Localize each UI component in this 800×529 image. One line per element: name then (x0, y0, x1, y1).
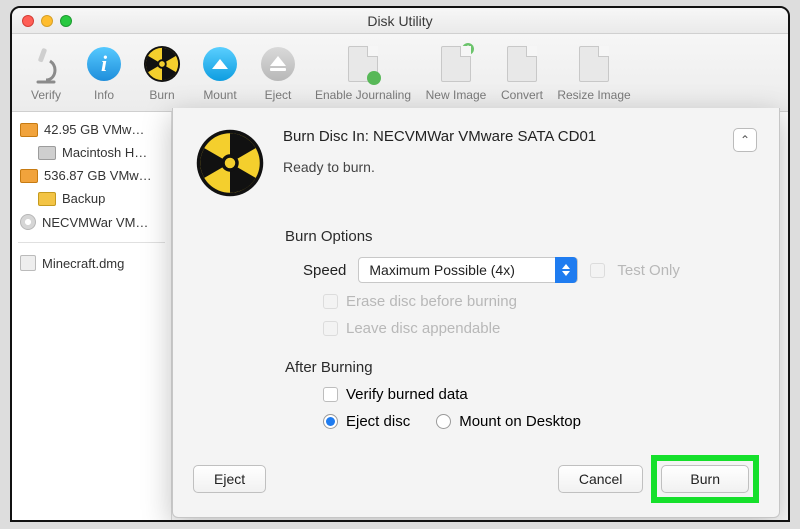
speed-value: Maximum Possible (4x) (369, 262, 514, 278)
toolbar-enable-journaling-label: Enable Journaling (315, 88, 411, 102)
burn-headline-prefix: Burn Disc In: (283, 128, 373, 145)
eject-disc-label: Eject disc (346, 413, 410, 430)
sidebar-separator (18, 242, 165, 243)
toolbar-new-image-label: New Image (426, 88, 487, 102)
titlebar: Disk Utility (12, 8, 788, 34)
toolbar-resize-image-label: Resize Image (557, 88, 630, 102)
burn-sheet: Burn Disc In: NECVMWar VMware SATA CD01 … (172, 108, 780, 518)
toolbar-convert[interactable]: Convert (494, 38, 550, 108)
window-title: Disk Utility (12, 13, 788, 29)
toolbar: Verify i Info Burn Mount (12, 34, 788, 112)
microscope-icon (31, 44, 61, 84)
erase-disc-label: Erase disc before burning (346, 293, 517, 310)
new-image-icon: + (436, 44, 476, 84)
hdd-icon (20, 169, 38, 183)
toolbar-info-label: Info (94, 88, 114, 102)
leave-appendable-label: Leave disc appendable (346, 320, 500, 337)
mount-desktop-label: Mount on Desktop (459, 413, 581, 430)
leave-appendable-checkbox (323, 321, 338, 336)
mount-desktop-radio[interactable] (436, 414, 451, 429)
toolbar-new-image[interactable]: + New Image (420, 38, 492, 108)
toolbar-burn-label: Burn (149, 88, 174, 102)
collapse-toggle[interactable]: ⌃ (733, 128, 757, 152)
sidebar-image-0[interactable]: Minecraft.dmg (12, 251, 171, 275)
burn-button[interactable]: Burn (661, 465, 749, 493)
eject-icon (261, 47, 295, 81)
burn-icon (195, 128, 265, 198)
sidebar-item-label: 536.87 GB VMw… (44, 168, 152, 183)
burn-status: Ready to burn. (283, 159, 715, 175)
sidebar: 42.95 GB VMw… Macintosh H… 536.87 GB VMw… (12, 112, 172, 520)
hdd-icon (20, 123, 38, 137)
eject-disc-radio[interactable] (323, 414, 338, 429)
chevron-up-icon: ⌃ (740, 133, 750, 147)
select-arrows-icon (555, 257, 577, 283)
eject-button[interactable]: Eject (193, 465, 266, 493)
toolbar-verify[interactable]: Verify (18, 38, 74, 108)
convert-icon (502, 44, 542, 84)
sidebar-volume-1[interactable]: Backup (12, 187, 171, 210)
optical-disc-icon (20, 214, 36, 230)
burn-options-title: Burn Options (285, 228, 757, 245)
info-icon: i (87, 47, 121, 81)
resize-image-icon (574, 44, 614, 84)
test-only-label: Test Only (617, 262, 680, 279)
sidebar-item-label: NECVMWar VM… (42, 215, 148, 230)
content-area: Burn Disc In: NECVMWar VMware SATA CD01 … (172, 112, 788, 520)
toolbar-burn[interactable]: Burn (134, 38, 190, 108)
cancel-button[interactable]: Cancel (558, 465, 644, 493)
hdd-icon (38, 146, 56, 160)
toolbar-eject-label: Eject (265, 88, 292, 102)
toolbar-info[interactable]: i Info (76, 38, 132, 108)
erase-disc-checkbox (323, 294, 338, 309)
sidebar-item-label: Backup (62, 191, 105, 206)
burn-drive-name: NECVMWar VMware SATA CD01 (373, 128, 596, 145)
tutorial-highlight: Burn (651, 455, 759, 503)
toolbar-mount[interactable]: Mount (192, 38, 248, 108)
sidebar-disk-0[interactable]: 42.95 GB VMw… (12, 118, 171, 141)
toolbar-eject[interactable]: Eject (250, 38, 306, 108)
toolbar-enable-journaling[interactable]: Enable Journaling (308, 38, 418, 108)
disk-utility-window: Disk Utility Verify i Info (10, 6, 790, 522)
hdd-icon (38, 192, 56, 206)
sheet-footer: Eject Cancel Burn (173, 441, 779, 517)
toolbar-mount-label: Mount (203, 88, 236, 102)
sidebar-item-label: Minecraft.dmg (42, 256, 124, 271)
speed-label: Speed (303, 262, 346, 279)
sidebar-disk-1[interactable]: 536.87 GB VMw… (12, 164, 171, 187)
sidebar-optical-0[interactable]: NECVMWar VM… (12, 210, 171, 234)
verify-burned-checkbox[interactable] (323, 387, 338, 402)
sidebar-volume-0[interactable]: Macintosh H… (12, 141, 171, 164)
toolbar-convert-label: Convert (501, 88, 543, 102)
sidebar-item-label: Macintosh H… (62, 145, 147, 160)
speed-select[interactable]: Maximum Possible (4x) (358, 257, 578, 283)
test-only-checkbox (590, 263, 605, 278)
journaling-icon (343, 44, 383, 84)
toolbar-resize-image[interactable]: Resize Image (552, 38, 636, 108)
burn-icon (142, 44, 182, 84)
toolbar-verify-label: Verify (31, 88, 61, 102)
after-burning-title: After Burning (285, 359, 757, 376)
mount-icon (203, 47, 237, 81)
disk-image-icon (20, 255, 36, 271)
sidebar-item-label: 42.95 GB VMw… (44, 122, 144, 137)
verify-burned-label: Verify burned data (346, 386, 468, 403)
burn-headline: Burn Disc In: NECVMWar VMware SATA CD01 (283, 128, 715, 145)
